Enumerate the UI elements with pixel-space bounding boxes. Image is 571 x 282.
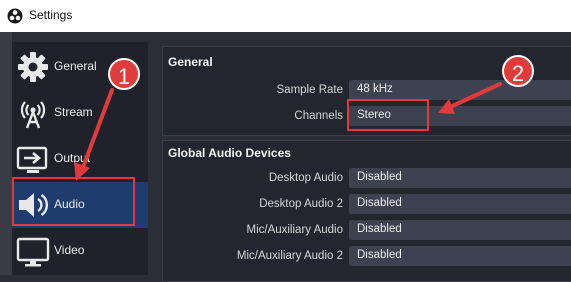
step-1-badge: 1 xyxy=(108,58,140,90)
arrow-to-channels xyxy=(446,82,502,110)
step-2-badge: 2 xyxy=(502,55,534,87)
arrow-to-audio xyxy=(80,88,114,172)
annotation-arrows xyxy=(74,82,502,181)
